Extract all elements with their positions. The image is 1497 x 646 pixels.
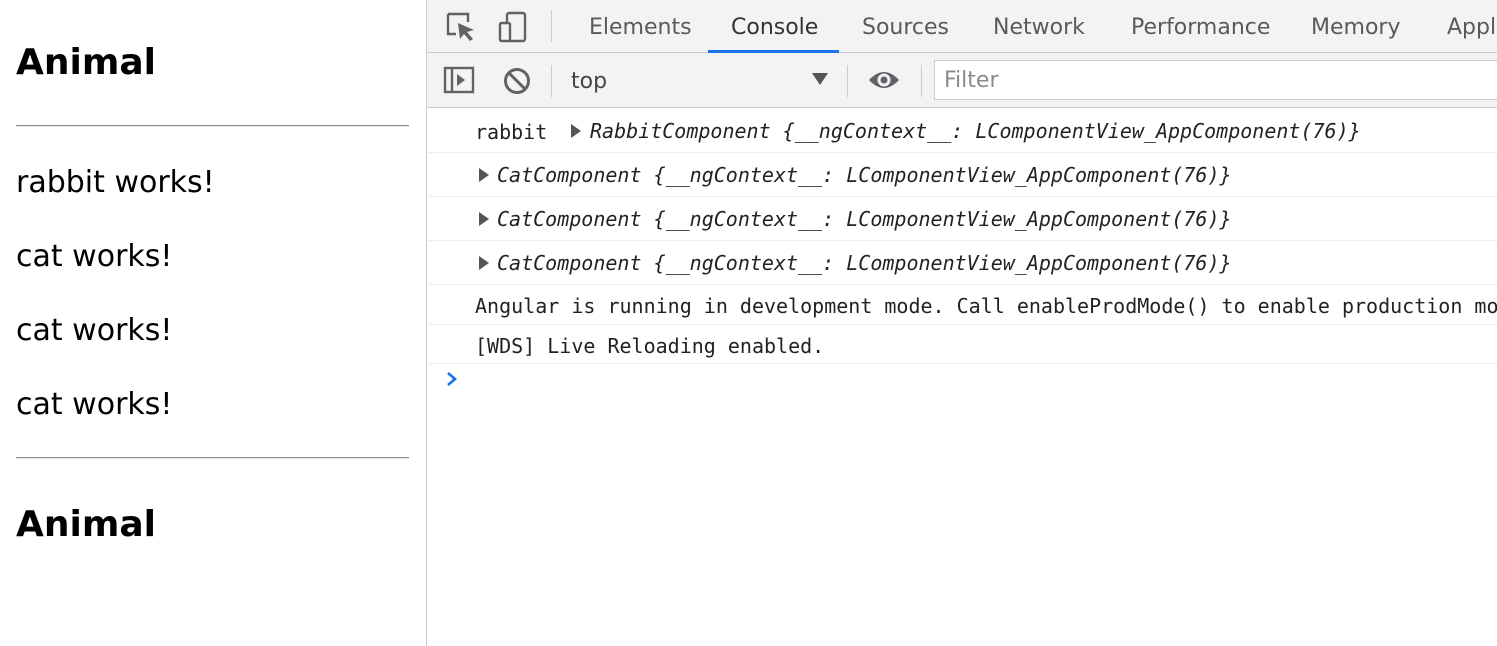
object-brace-open: { <box>653 251 666 275</box>
devtools-tabbar: Elements Console Sources Network Perform… <box>427 0 1497 53</box>
console-messages: rabbit RabbitComponent {__ngContext__: L… <box>427 108 1497 646</box>
console-message: rabbit RabbitComponent {__ngContext__: L… <box>427 108 1497 153</box>
object-colon: : <box>822 207 835 231</box>
tab-application[interactable]: Appl <box>1447 0 1496 53</box>
object-key: __ngContext__ <box>665 163 823 187</box>
inspect-element-icon[interactable] <box>445 11 477 43</box>
rabbit-text: rabbit works! <box>16 165 215 200</box>
object-preview[interactable]: CatComponent {__ngContext__: LComponentV… <box>497 251 1232 275</box>
object-class-name: CatComponent <box>497 163 642 187</box>
object-brace-open: { <box>782 119 795 143</box>
devtools-panel: Elements Console Sources Network Perform… <box>427 0 1497 646</box>
console-message: Angular is running in development mode. … <box>427 285 1497 325</box>
object-class-name: CatComponent <box>497 251 642 275</box>
object-value: LComponentView_AppComponent(76) <box>846 163 1220 187</box>
object-brace-close: } <box>1219 251 1232 275</box>
divider-top <box>16 125 409 127</box>
cat-text: cat works! <box>16 387 173 422</box>
browser-window: Animal rabbit works! cat works! cat work… <box>0 0 1497 646</box>
expand-arrow-icon[interactable] <box>479 168 489 182</box>
tab-performance[interactable]: Performance <box>1131 0 1270 53</box>
object-colon: : <box>951 119 964 143</box>
object-value: LComponentView_AppComponent(76) <box>975 119 1349 143</box>
toolbar-separator <box>921 65 922 97</box>
context-selector[interactable]: top <box>561 53 851 107</box>
console-toolbar: top <box>427 53 1497 108</box>
object-brace-open: { <box>653 207 666 231</box>
object-preview[interactable]: CatComponent {__ngContext__: LComponentV… <box>497 207 1232 231</box>
heading-animal-top: Animal <box>16 42 156 83</box>
toolbar-separator <box>847 65 848 97</box>
object-value: LComponentView_AppComponent(76) <box>846 207 1220 231</box>
object-colon: : <box>822 163 835 187</box>
toolbar-separator <box>551 65 552 97</box>
expand-arrow-icon[interactable] <box>479 256 489 270</box>
expand-arrow-icon[interactable] <box>479 212 489 226</box>
tab-console[interactable]: Console <box>708 0 839 53</box>
cat-text: cat works! <box>16 239 173 274</box>
tab-elements[interactable]: Elements <box>589 0 692 53</box>
tab-sources[interactable]: Sources <box>862 0 949 53</box>
console-message: [WDS] Live Reloading enabled. <box>427 325 1497 364</box>
console-message: CatComponent {__ngContext__: LComponentV… <box>427 153 1497 197</box>
divider-bottom <box>16 457 409 459</box>
object-brace-close: } <box>1219 163 1232 187</box>
object-key: __ngContext__ <box>665 251 823 275</box>
message-text: [WDS] Live Reloading enabled. <box>475 334 825 358</box>
device-toolbar-icon[interactable] <box>497 11 529 43</box>
tab-memory[interactable]: Memory <box>1311 0 1400 53</box>
context-dropdown-arrow-icon[interactable] <box>812 73 828 85</box>
object-brace-close: } <box>1348 119 1361 143</box>
cat-text: cat works! <box>16 313 173 348</box>
object-preview[interactable]: CatComponent {__ngContext__: LComponentV… <box>497 163 1232 187</box>
object-colon: : <box>822 251 835 275</box>
object-brace-close: } <box>1219 207 1232 231</box>
message-prefix: rabbit <box>475 120 548 144</box>
tabbar-separator <box>551 10 552 42</box>
object-preview[interactable]: RabbitComponent {__ngContext__: LCompone… <box>590 119 1361 143</box>
object-value: LComponentView_AppComponent(76) <box>846 251 1220 275</box>
live-expression-icon[interactable] <box>867 68 901 92</box>
console-message: CatComponent {__ngContext__: LComponentV… <box>427 197 1497 241</box>
filter-input[interactable] <box>934 60 1497 100</box>
object-key: __ngContext__ <box>794 119 952 143</box>
object-class-name: RabbitComponent <box>590 119 771 143</box>
console-prompt-icon[interactable] <box>445 370 459 388</box>
object-key: __ngContext__ <box>665 207 823 231</box>
page-viewport: Animal rabbit works! cat works! cat work… <box>0 0 427 646</box>
message-text: Angular is running in development mode. … <box>475 294 1497 318</box>
console-message: CatComponent {__ngContext__: LComponentV… <box>427 241 1497 285</box>
clear-console-icon[interactable] <box>502 66 532 96</box>
tab-network[interactable]: Network <box>993 0 1085 53</box>
console-sidebar-icon[interactable] <box>443 66 475 94</box>
expand-arrow-icon[interactable] <box>571 124 581 138</box>
heading-animal-bottom: Animal <box>16 504 156 545</box>
object-class-name: CatComponent <box>497 207 642 231</box>
object-brace-open: { <box>653 163 666 187</box>
